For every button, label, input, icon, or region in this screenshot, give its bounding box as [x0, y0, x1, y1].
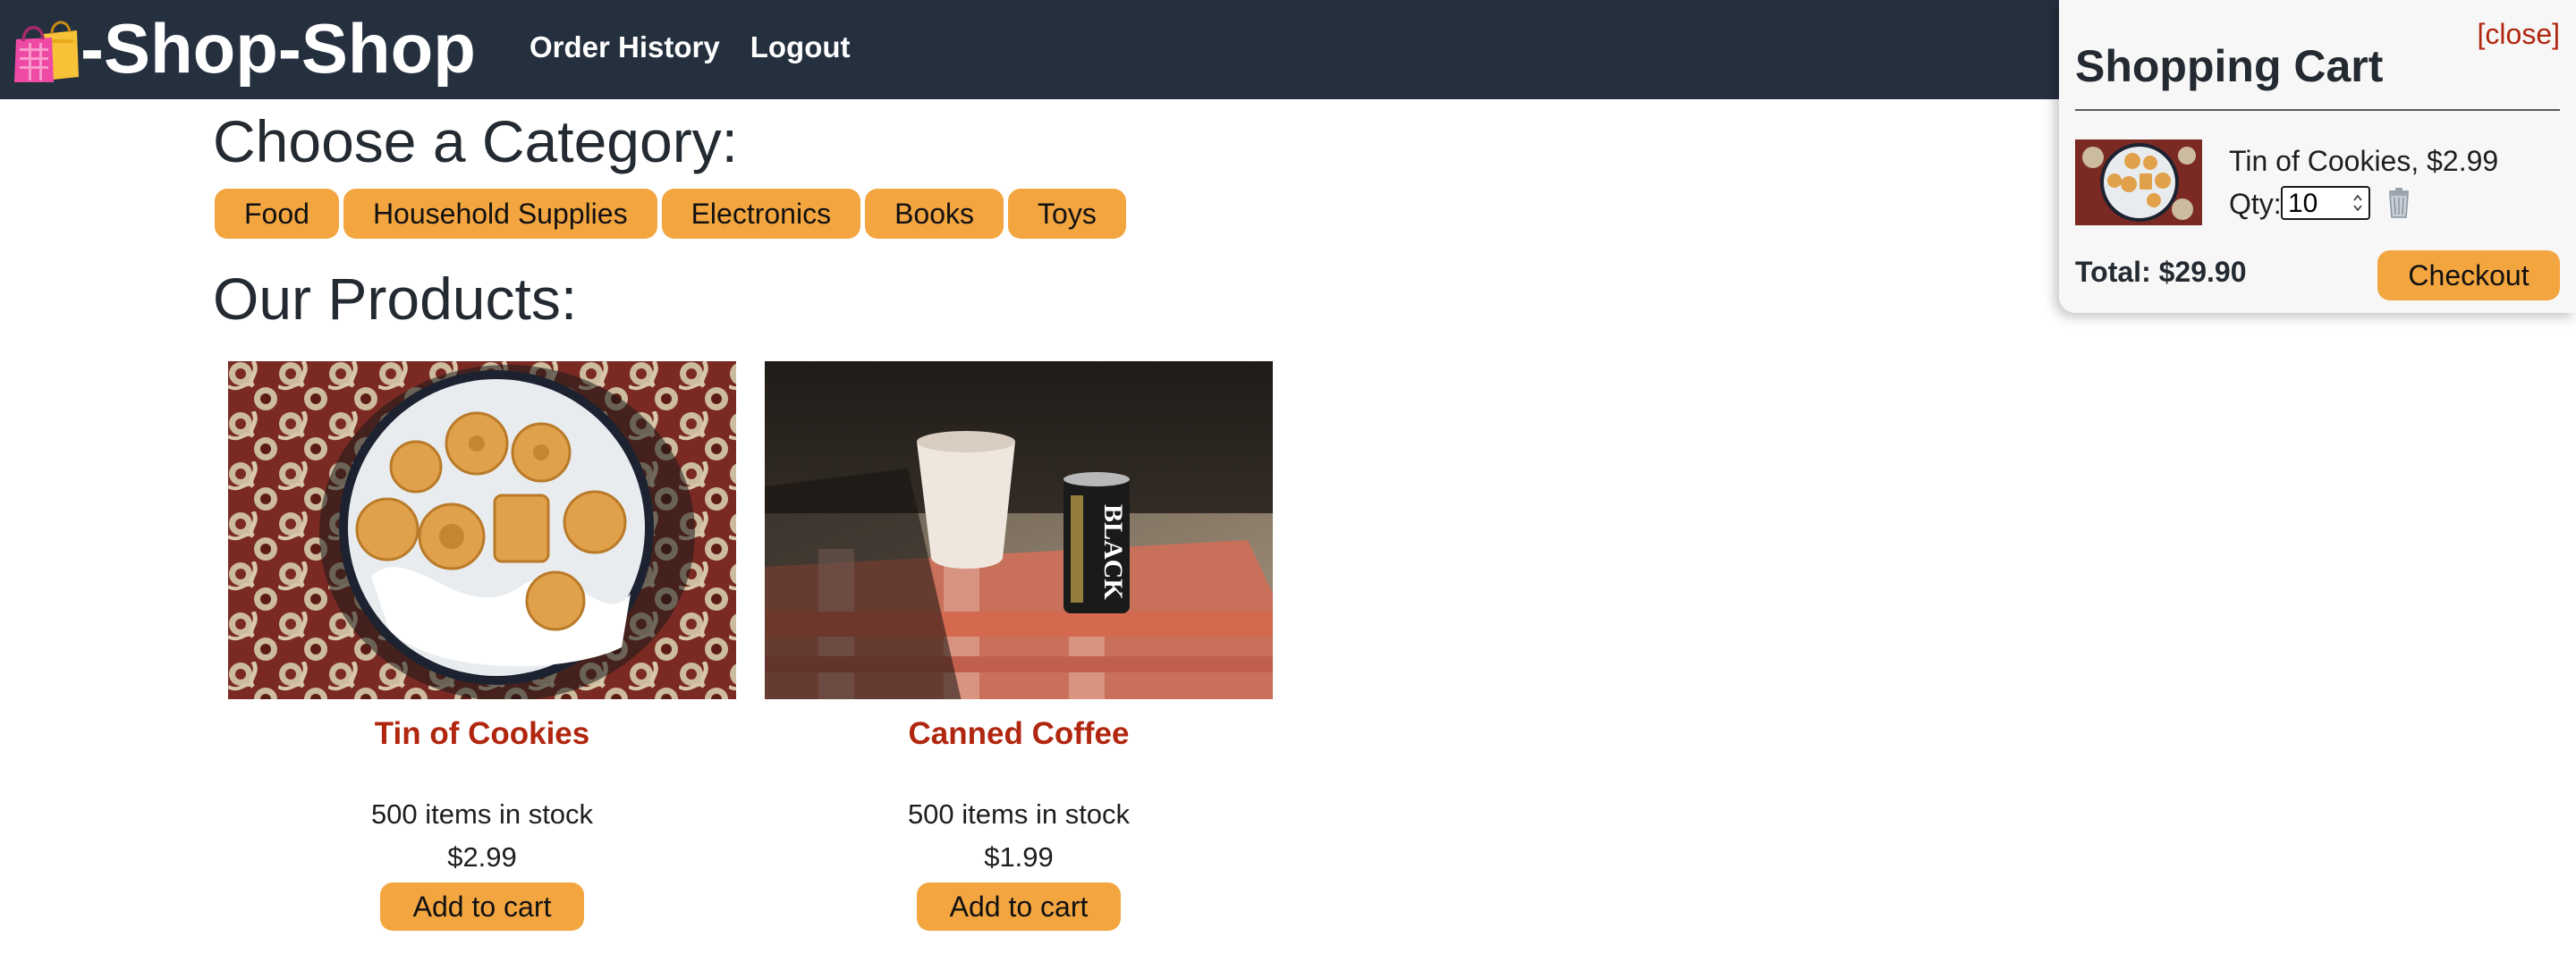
shopping-cart-panel: [close] Shopping Cart Tin of Cookies, $2… [2059, 0, 2576, 313]
cart-title: Shopping Cart [2075, 41, 2384, 91]
product-image-coffee[interactable]: BLACK [765, 361, 1273, 699]
category-list: Food Household Supplies Electronics Book… [215, 189, 1126, 239]
category-button-books[interactable]: Books [865, 189, 1004, 239]
divider [2075, 109, 2560, 111]
qty-label: Qty: [2229, 188, 2282, 220]
category-button-household-supplies[interactable]: Household Supplies [343, 189, 657, 239]
product-stock: 500 items in stock [907, 798, 1131, 830]
product-card: Tin of Cookies 500 items in stock $2.99 … [228, 361, 736, 931]
product-title[interactable]: Tin of Cookies [228, 714, 736, 754]
product-image-cookies[interactable] [228, 361, 736, 699]
quantity-value[interactable]: 10 [2288, 188, 2318, 220]
cart-close-button[interactable]: [close] [2478, 18, 2560, 51]
product-stock: 500 items in stock [370, 798, 594, 830]
brand[interactable]: -Shop-Shop [13, 5, 476, 91]
product-title[interactable]: Canned Coffee [765, 714, 1273, 754]
product-price: $2.99 [447, 841, 517, 873]
checkout-button[interactable]: Checkout [2377, 250, 2560, 300]
category-heading: Choose a Category: [213, 108, 739, 174]
cart-item-name: Tin of Cookies, $2.99 [2229, 145, 2499, 177]
brand-name[interactable]: -Shop-Shop [80, 13, 476, 83]
product-card: BLACK Canned Coffee 500 items in stock $… [765, 361, 1273, 931]
product-price: $1.99 [984, 841, 1054, 873]
main-nav: Order History Logout [530, 28, 851, 67]
shopping-bags-icon [14, 21, 79, 82]
svg-text:BLACK: BLACK [1098, 504, 1128, 600]
products-heading: Our Products: [213, 266, 578, 332]
quantity-input[interactable]: 10 [2281, 186, 2370, 220]
add-to-cart-button[interactable]: Add to cart [917, 882, 1121, 931]
cart-item-image [2075, 139, 2202, 225]
spinner-icon[interactable] [2352, 192, 2363, 214]
trash-icon[interactable] [2383, 187, 2415, 219]
add-to-cart-button[interactable]: Add to cart [380, 882, 584, 931]
nav-logout[interactable]: Logout [750, 28, 851, 67]
nav-order-history[interactable]: Order History [530, 28, 720, 67]
category-button-electronics[interactable]: Electronics [661, 189, 861, 239]
category-button-toys[interactable]: Toys [1008, 189, 1126, 239]
cart-total: Total: $29.90 [2075, 256, 2247, 288]
category-button-food[interactable]: Food [215, 189, 339, 239]
